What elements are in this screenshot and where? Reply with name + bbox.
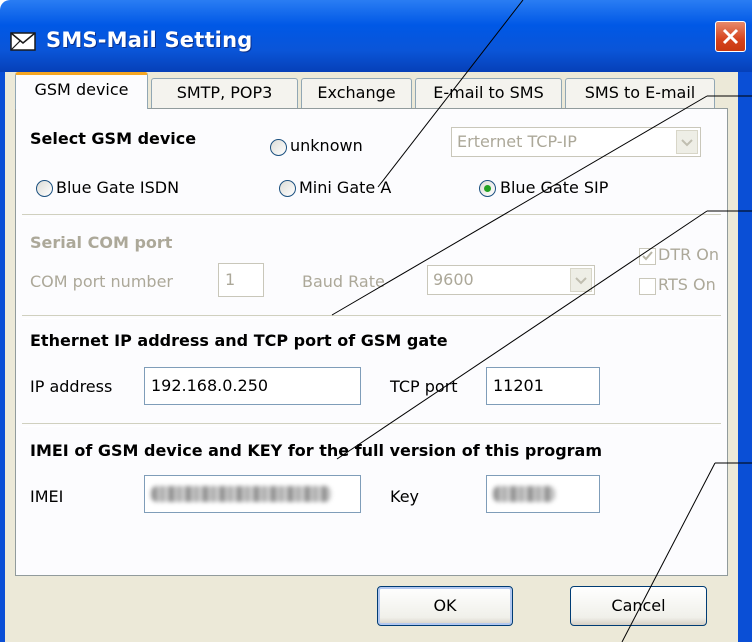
baud-rate-value: 9600: [433, 270, 474, 289]
combo-arrow-button[interactable]: [676, 130, 698, 154]
tcp-port-label: TCP port: [390, 377, 458, 396]
redacted-key: [493, 486, 555, 502]
radio-blue-gate-isdn-label: Blue Gate ISDN: [56, 178, 180, 197]
gsm-device-panel: Select GSM device unknown Erternet TCP-I…: [15, 108, 728, 576]
radio-unknown-label: unknown: [290, 136, 363, 155]
rts-on-label: RTS On: [658, 275, 716, 294]
radio-blue-gate-sip-label: Blue Gate SIP: [500, 178, 609, 197]
key-input[interactable]: [486, 475, 600, 513]
key-label: Key: [390, 487, 420, 506]
connection-type-value: Erternet TCP-IP: [457, 132, 577, 151]
close-button[interactable]: [715, 21, 746, 52]
close-icon: [722, 28, 739, 45]
baud-rate-label: Baud Rate: [302, 272, 385, 291]
cancel-button[interactable]: Cancel: [570, 586, 707, 626]
window-frame-right: [738, 72, 752, 642]
radio-selected-dot: [484, 185, 491, 192]
radio-unknown[interactable]: [270, 139, 287, 156]
dialog-client-area: GSM device SMTP, POP3 Exchange E-mail to…: [5, 72, 738, 642]
tcp-port-input[interactable]: 11201: [486, 367, 600, 405]
divider: [22, 214, 721, 218]
ethernet-heading: Ethernet IP address and TCP port of GSM …: [30, 331, 448, 350]
ip-address-label: IP address: [30, 377, 113, 396]
connection-type-select[interactable]: Erternet TCP-IP: [451, 127, 701, 157]
chevron-down-icon: [681, 139, 693, 147]
ip-address-input[interactable]: 192.168.0.250: [144, 367, 361, 405]
tab-gsm-device[interactable]: GSM device: [15, 72, 148, 109]
select-gsm-device-heading: Select GSM device: [30, 129, 197, 148]
com-port-label: COM port number: [30, 272, 173, 291]
dtr-on-checkbox[interactable]: [639, 248, 656, 265]
tab-exchange[interactable]: Exchange: [301, 78, 412, 109]
radio-mini-gate-a-label: Mini Gate A: [299, 178, 392, 197]
radio-blue-gate-isdn[interactable]: [36, 180, 53, 197]
radio-blue-gate-sip[interactable]: [479, 180, 496, 197]
sms-mail-setting-window: SMS-Mail Setting GSM device SMTP, POP3 E…: [0, 0, 752, 642]
window-title: SMS-Mail Setting: [46, 28, 253, 52]
imei-input[interactable]: [144, 475, 361, 513]
com-port-input[interactable]: 1: [218, 263, 264, 297]
tab-email-to-sms[interactable]: E-mail to SMS: [415, 78, 562, 109]
divider: [22, 315, 721, 319]
baud-rate-select[interactable]: 9600: [427, 265, 595, 295]
tab-smtp-pop3[interactable]: SMTP, POP3: [151, 78, 298, 109]
imei-label: IMEI: [30, 487, 64, 506]
dtr-on-label: DTR On: [658, 245, 720, 264]
envelope-icon: [10, 32, 36, 51]
checkmark-icon: [642, 251, 653, 261]
ok-button[interactable]: OK: [377, 586, 513, 626]
chevron-down-icon: [575, 277, 587, 285]
title-bar[interactable]: SMS-Mail Setting: [0, 0, 752, 72]
rts-on-checkbox[interactable]: [639, 278, 656, 295]
serial-com-heading: Serial COM port: [30, 233, 173, 252]
divider: [22, 423, 721, 427]
redacted-imei: [151, 486, 331, 502]
radio-mini-gate-a[interactable]: [279, 180, 296, 197]
tab-sms-to-email[interactable]: SMS to E-mail: [565, 78, 715, 109]
combo-arrow-button[interactable]: [570, 268, 592, 292]
imei-heading: IMEI of GSM device and KEY for the full …: [30, 441, 603, 460]
